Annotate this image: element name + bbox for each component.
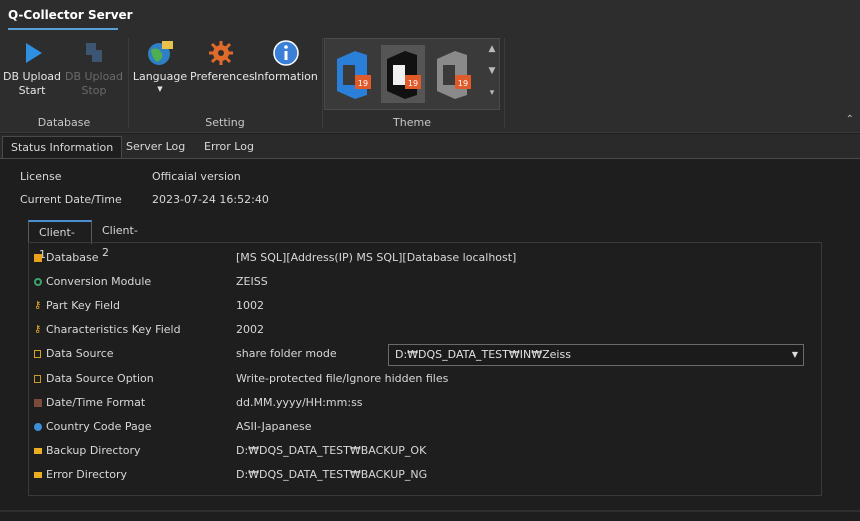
app-title: Q-Collector Server [8, 8, 133, 22]
ribbon-separator [504, 38, 505, 128]
row-characteristics-key-field: ⚷ Characteristics Key Field 2002 [34, 320, 814, 340]
row-label: Part Key Field [46, 299, 121, 312]
row-backup-directory: Backup Directory D:₩DQS_DATA_TEST₩BACKUP… [34, 441, 814, 461]
office-theme-icon: 19 [337, 51, 371, 99]
title-bar: Q-Collector Server [0, 0, 860, 34]
row-value: 2002 [236, 323, 264, 336]
row-value: D:₩DQS_DATA_TEST₩BACKUP_OK [236, 444, 427, 457]
option-icon [34, 375, 41, 383]
license-label: License [20, 170, 62, 183]
row-data-source: Data Source share folder mode [34, 344, 384, 364]
key-icon: ⚷ [34, 300, 42, 311]
scroll-down-icon[interactable]: ▼ [486, 60, 498, 82]
ribbon-separator [128, 38, 129, 128]
row-part-key-field: ⚷ Part Key Field 1002 [34, 296, 814, 316]
row-label: Date/Time Format [46, 396, 146, 409]
data-source-path-value: D:₩DQS_DATA_TEST₩IN₩Zeiss [395, 348, 571, 361]
theme-option-blue[interactable]: 19 [331, 45, 375, 103]
office-theme-icon: 19 [437, 51, 471, 99]
key-icon: ⚷ [34, 324, 42, 335]
theme-gallery: 19 19 19 [324, 38, 500, 110]
preferences-button[interactable]: Preferences [190, 38, 255, 84]
preferences-label: Preferences [190, 70, 255, 83]
theme-gallery-scroll: ▲ ▼ ▾ [486, 38, 498, 108]
row-datetime-format: Date/Time Format dd.MM.yyyy/HH:mm:ss [34, 393, 814, 413]
ribbon-separator [322, 38, 323, 128]
row-label: Database [46, 251, 99, 264]
row-value: Write-protected file/Ignore hidden files [236, 372, 449, 385]
license-value: Officaial version [152, 170, 241, 183]
row-label: Conversion Module [46, 275, 152, 288]
database-icon [34, 254, 42, 262]
title-underline [8, 28, 118, 30]
status-bar-line [0, 510, 860, 512]
db-upload-stop-label: DB Upload Stop [64, 70, 124, 97]
play-icon [26, 43, 42, 63]
module-icon [34, 278, 42, 286]
db-upload-start-button[interactable]: DB Upload Start [2, 38, 62, 98]
group-database-label: Database [37, 116, 91, 129]
row-value: ASII-Japanese [236, 420, 312, 433]
row-label: Backup Directory [46, 444, 141, 457]
row-value: ZEISS [236, 275, 268, 288]
gear-icon [209, 41, 233, 65]
row-label: Data Source Option [46, 372, 154, 385]
language-label: Language [132, 70, 188, 83]
row-data-source-option: Data Source Option Write-protected file/… [34, 369, 814, 389]
folder-icon [34, 472, 42, 478]
ribbon: DB Upload Start DB Upload Stop Database … [0, 34, 860, 133]
chevron-down-icon: ▼ [157, 85, 163, 93]
db-upload-stop-button[interactable]: DB Upload Stop [64, 38, 124, 98]
row-country-code-page: Country Code Page ASII-Japanese [34, 417, 814, 437]
information-label: Information [254, 70, 318, 83]
row-label: Characteristics Key Field [46, 323, 181, 336]
globe-icon [148, 41, 173, 65]
theme-option-dark[interactable]: 19 [381, 45, 425, 103]
main-tabs: Status Information Server Log Error Log [0, 134, 860, 159]
group-setting-label: Setting [205, 116, 245, 129]
tab-client-1[interactable]: Client-1 [28, 220, 92, 261]
office-theme-icon: 19 [387, 51, 421, 99]
row-value: share folder mode [236, 347, 337, 360]
collapse-ribbon-icon[interactable]: ⌃ [846, 114, 854, 125]
row-value: D:₩DQS_DATA_TEST₩BACKUP_NG [236, 468, 428, 481]
info-icon [273, 40, 299, 66]
tab-server-log[interactable]: Server Log [118, 136, 193, 158]
row-value: dd.MM.yyyy/HH:mm:ss [236, 396, 363, 409]
row-conversion-module: Conversion Module ZEISS [34, 272, 814, 292]
information-button[interactable]: Information [254, 38, 318, 84]
chevron-down-icon: ▼ [791, 350, 798, 359]
data-source-path-select[interactable]: D:₩DQS_DATA_TEST₩IN₩Zeiss ▼ [388, 344, 804, 366]
row-label: Data Source [46, 347, 114, 360]
datasource-icon [34, 350, 41, 358]
gallery-expand-icon[interactable]: ▾ [486, 82, 498, 104]
calendar-icon [34, 399, 42, 407]
row-label: Country Code Page [46, 420, 152, 433]
datetime-value: 2023-07-24 16:52:40 [152, 193, 269, 206]
theme-badge: 19 [358, 79, 368, 88]
theme-option-gray[interactable]: 19 [431, 45, 475, 103]
datetime-label: Current Date/Time [20, 193, 122, 206]
row-value: 1002 [236, 299, 264, 312]
theme-badge: 19 [408, 79, 418, 88]
row-label: Error Directory [46, 468, 128, 481]
globe-icon [34, 423, 42, 431]
language-button[interactable]: Language ▼ [132, 38, 188, 94]
row-database: Database [MS SQL][Address(IP) MS SQL][Da… [34, 248, 814, 268]
db-upload-start-label: DB Upload Start [2, 70, 62, 97]
theme-badge: 19 [458, 79, 468, 88]
scroll-up-icon[interactable]: ▲ [486, 38, 498, 60]
row-error-directory: Error Directory D:₩DQS_DATA_TEST₩BACKUP_… [34, 465, 814, 485]
tab-status-information[interactable]: Status Information [2, 136, 123, 159]
stop-icon [86, 43, 102, 62]
group-theme-label: Theme [393, 116, 431, 129]
tab-error-log[interactable]: Error Log [196, 136, 262, 158]
folder-icon [34, 448, 42, 454]
row-value: [MS SQL][Address(IP) MS SQL][Database lo… [236, 251, 517, 264]
tab-client-2[interactable]: Client-2 [92, 220, 154, 259]
